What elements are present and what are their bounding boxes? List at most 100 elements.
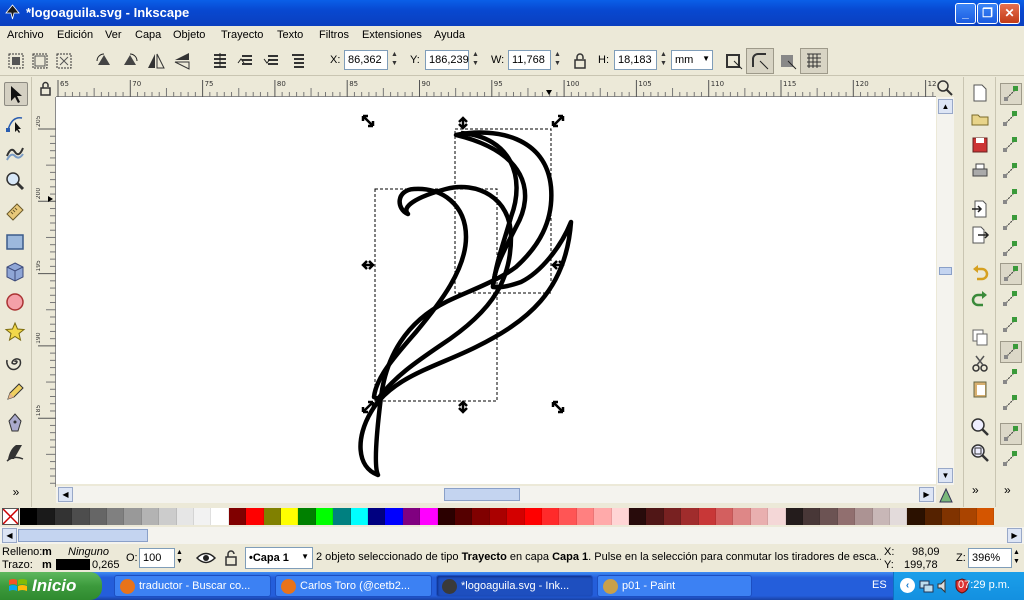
palette-swatch[interactable] (803, 508, 821, 525)
language-indicator[interactable]: ES (872, 579, 887, 591)
undo-icon[interactable] (970, 263, 990, 283)
scroll-right-arrow-icon[interactable]: ▶ (919, 487, 934, 502)
snap-enable-icon[interactable] (1000, 83, 1022, 105)
palette-scroll-left-icon[interactable]: ◀ (2, 528, 17, 543)
palette-swatch[interactable] (263, 508, 281, 525)
palette-swatch[interactable] (228, 508, 247, 525)
taskbar-item-paint[interactable]: p01 - Paint (597, 575, 752, 597)
palette-swatch[interactable] (542, 508, 560, 525)
w-spinner[interactable]: ▲ ▼ (552, 50, 563, 70)
palette-scrollbar[interactable]: ◀ ▶ (0, 527, 1024, 544)
snap-smooth-nodes-icon[interactable] (1000, 367, 1022, 389)
scale-handle-ne[interactable] (551, 114, 565, 128)
palette-swatch[interactable] (141, 508, 160, 525)
redo-icon[interactable] (970, 289, 990, 309)
spiral-tool[interactable] (4, 351, 28, 375)
flip-vertical-icon[interactable] (172, 51, 192, 71)
volume-icon[interactable] (936, 578, 952, 594)
pen-tool[interactable] (4, 411, 28, 435)
lock-icon[interactable] (570, 51, 590, 71)
snap-rotation-centers-icon[interactable] (1000, 449, 1022, 471)
stroke-color-swatch[interactable] (56, 559, 90, 570)
palette-swatch[interactable] (977, 508, 995, 525)
palette-swatch[interactable] (890, 508, 908, 525)
palette-swatch[interactable] (298, 508, 316, 525)
menu-ver[interactable]: Ver (105, 29, 122, 41)
deselect-icon[interactable] (54, 51, 74, 71)
palette-swatch[interactable] (837, 508, 856, 525)
snap-cusp-nodes-icon[interactable] (1000, 341, 1022, 363)
more-tools-chevron-icon[interactable]: » (4, 481, 28, 505)
palette-swatch[interactable] (402, 508, 421, 525)
snap-bbox-icon[interactable] (1000, 109, 1022, 131)
palette-swatch[interactable] (785, 508, 803, 525)
lower-icon[interactable] (262, 51, 282, 71)
menu-trayecto[interactable]: Trayecto (221, 29, 263, 41)
palette-swatch[interactable] (872, 508, 890, 525)
menu-archivo[interactable]: Archivo (7, 29, 44, 41)
opacity-spinner[interactable]: ▲ ▼ (176, 548, 186, 568)
vertical-ruler[interactable]: 205 200 195 190 185 (35, 97, 56, 487)
zoom-tool[interactable] (4, 170, 28, 194)
move-gradients-icon[interactable] (778, 51, 798, 71)
drawing-canvas[interactable] (56, 97, 936, 484)
layer-select[interactable]: •Capa 1 ▼ (245, 547, 313, 569)
snap-paths-icon[interactable] (1000, 289, 1022, 311)
snap-bbox-centers-icon[interactable] (1000, 213, 1022, 235)
palette-swatch[interactable] (698, 508, 716, 525)
palette-swatch[interactable] (420, 508, 438, 525)
palette-swatch[interactable] (350, 508, 368, 525)
palette-swatch[interactable] (959, 508, 977, 525)
calligraphy-tool[interactable] (4, 441, 28, 465)
raise-icon[interactable] (236, 51, 256, 71)
scroll-left-arrow-icon[interactable]: ◀ (58, 487, 73, 502)
palette-swatch[interactable] (507, 508, 525, 525)
print-icon[interactable] (970, 161, 990, 181)
zoom-spinner[interactable]: ▲ ▼ (1013, 548, 1023, 568)
rectangle-tool[interactable] (4, 231, 28, 255)
network-icon[interactable] (918, 578, 934, 594)
scroll-up-arrow-icon[interactable]: ▲ (938, 99, 953, 114)
palette-swatch[interactable] (368, 508, 386, 525)
save-icon[interactable] (970, 135, 990, 155)
lower-to-bottom-icon[interactable] (288, 51, 308, 71)
snap-nodes-icon[interactable] (1000, 263, 1022, 285)
palette-swatch[interactable] (107, 508, 125, 525)
menu-objeto[interactable]: Objeto (173, 29, 205, 41)
vertical-scrollbar[interactable]: ▲ ▼ (937, 97, 954, 485)
palette-swatch[interactable] (855, 508, 873, 525)
unit-select[interactable]: mm ▼ (671, 50, 713, 70)
palette-swatch[interactable] (733, 508, 751, 525)
vertical-scroll-thumb[interactable] (939, 267, 952, 275)
snap-page-icon[interactable] (1000, 239, 1022, 261)
palette-swatch[interactable] (315, 508, 334, 525)
palette-swatch[interactable] (559, 508, 577, 525)
y-spinner[interactable]: ▲ ▼ (470, 50, 481, 70)
scale-handle-w[interactable] (361, 260, 375, 270)
h-spinner[interactable]: ▲ ▼ (658, 50, 669, 70)
horizontal-scrollbar[interactable]: ◀ ▶ (56, 486, 936, 503)
snap-bbox-edges-icon[interactable] (1000, 135, 1022, 157)
palette-swatch[interactable] (611, 508, 629, 525)
palette-swatch[interactable] (576, 508, 595, 525)
x-field[interactable]: 86,362 (344, 50, 388, 70)
more-snap-chevron-icon[interactable]: » (1004, 483, 1011, 497)
menu-edicion[interactable]: Edición (57, 29, 93, 41)
close-button[interactable]: ✕ (999, 3, 1020, 24)
x-spinner[interactable]: ▲ ▼ (389, 50, 400, 70)
fill-value[interactable]: Ninguno (68, 546, 109, 558)
eye-visibility-icon[interactable] (196, 549, 216, 567)
palette-swatch[interactable] (437, 508, 455, 525)
stroke-width[interactable]: 0,265 (92, 559, 120, 571)
measure-tool[interactable] (4, 201, 28, 225)
palette-swatch[interactable] (246, 508, 264, 525)
scale-handle-s[interactable] (458, 400, 468, 414)
zoom-drawing-icon[interactable] (970, 443, 990, 463)
flip-horizontal-icon[interactable] (146, 51, 166, 71)
paste-icon[interactable] (970, 379, 990, 399)
zoom-field[interactable]: 396% (968, 548, 1012, 568)
palette-swatch[interactable] (768, 508, 786, 525)
3d-box-tool[interactable] (4, 261, 28, 285)
menu-ayuda[interactable]: Ayuda (434, 29, 465, 41)
palette-swatch[interactable] (20, 508, 38, 525)
